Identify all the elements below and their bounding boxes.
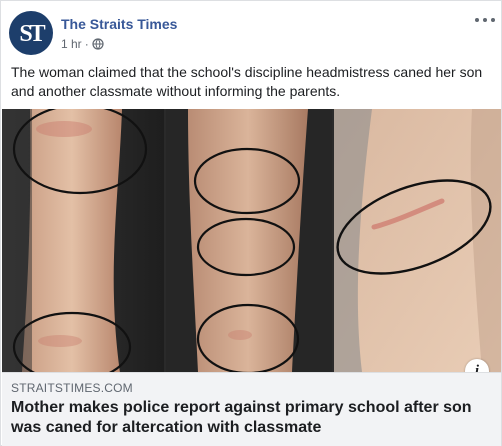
page-avatar[interactable]: ST xyxy=(9,11,53,55)
link-domain: STRAITSTIMES.COM xyxy=(11,381,133,395)
arm-injury-photo-collage xyxy=(2,109,501,372)
post-timestamp[interactable]: 1 hr xyxy=(61,37,82,51)
post-text: The woman claimed that the school's disc… xyxy=(11,64,483,99)
link-preview-caption[interactable]: STRAITSTIMES.COM Mother makes police rep… xyxy=(2,372,501,446)
post-header: ST The Straits Times 1 hr · xyxy=(9,11,495,55)
globe-icon[interactable] xyxy=(92,38,104,50)
post-meta: 1 hr · xyxy=(61,37,104,51)
more-options-icon[interactable] xyxy=(475,13,495,27)
avatar-logo-text: ST xyxy=(19,20,45,47)
page-name-link[interactable]: The Straits Times xyxy=(61,16,177,32)
link-headline[interactable]: Mother makes police report against prima… xyxy=(11,398,491,438)
meta-separator: · xyxy=(84,37,89,51)
link-preview-image[interactable]: i xyxy=(2,109,501,372)
facebook-post-card: ST The Straits Times 1 hr · The woman cl… xyxy=(0,0,502,446)
